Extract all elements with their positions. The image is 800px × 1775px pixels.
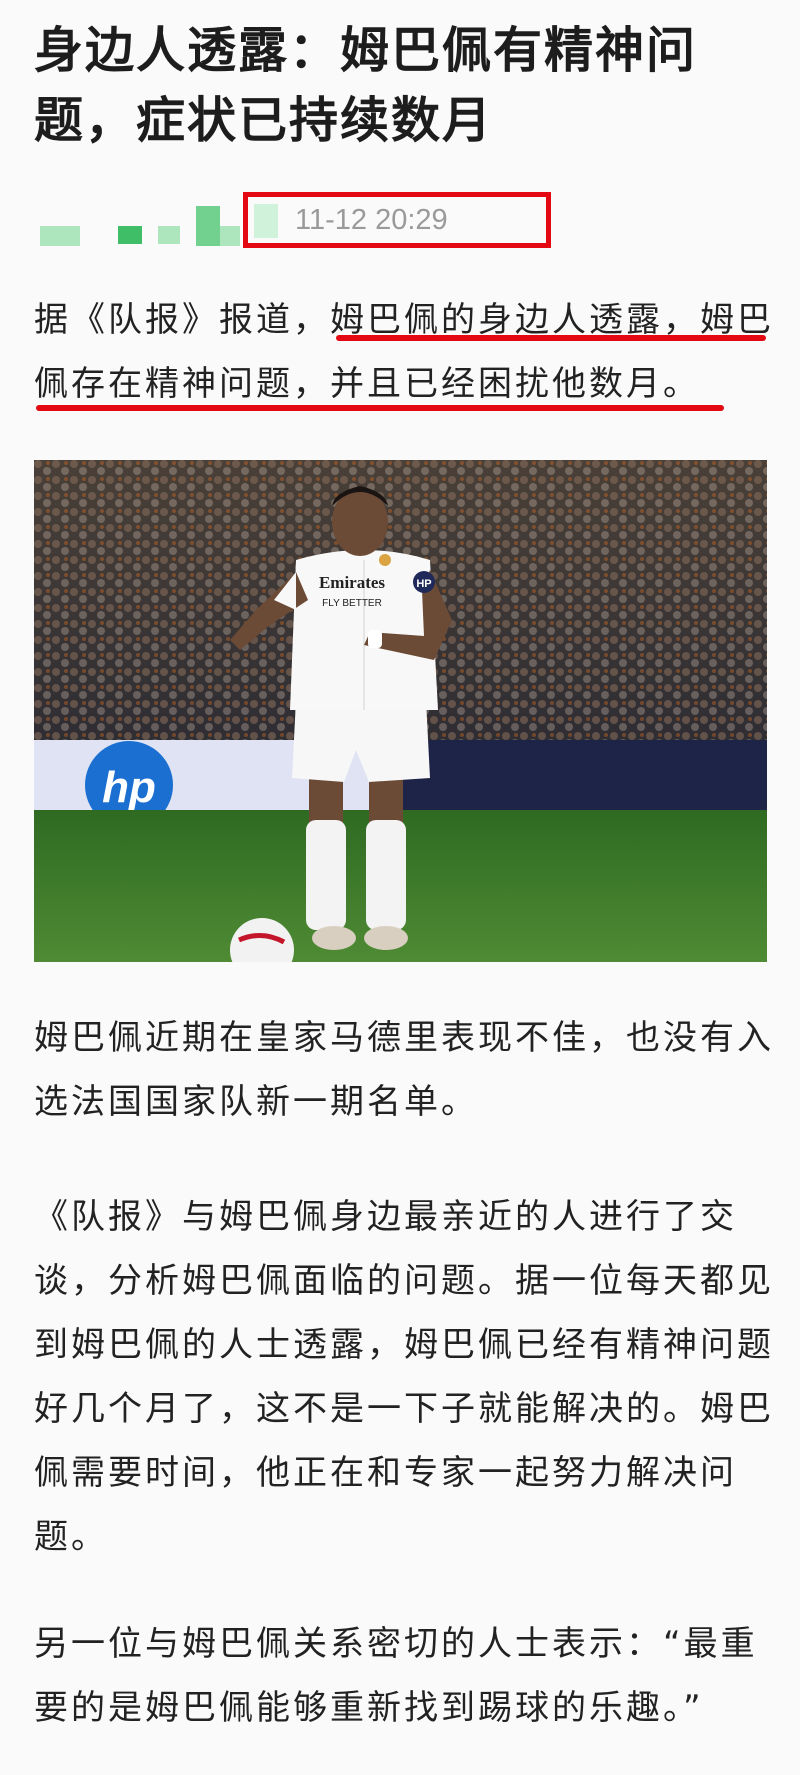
lead-paragraph: 据《队报》报道，姆巴佩的身边人透露，姆巴佩存在精神问题，并且已经困扰他数月。 xyxy=(34,300,774,404)
body-paragraph-2: 《队报》与姆巴佩身边最亲近的人进行了交谈，分析姆巴佩面临的问题。据一位每天都见到… xyxy=(34,1197,774,1557)
jersey-sponsor-sub-text: FLY BETTER xyxy=(322,598,382,609)
club-crest-icon xyxy=(379,554,391,566)
board-logo-text: hp xyxy=(102,763,156,812)
highlight-underline xyxy=(336,335,766,341)
body-paragraph-1: 姆巴佩近期在皇家马德里表现不佳，也没有入选法国国家队新一期名单。 xyxy=(34,1018,774,1122)
sleeve-logo-text: HP xyxy=(416,578,431,590)
mbappe-photo-illustration: hp Emirates FLY BETTER HP xyxy=(34,460,767,962)
article-photo: hp Emirates FLY BETTER HP xyxy=(34,460,767,962)
publish-timestamp: 11-12 20:29 xyxy=(295,204,448,236)
highlight-underline xyxy=(36,405,724,411)
jersey-sponsor-text: Emirates xyxy=(319,573,385,592)
article: 身边人透露：姆巴佩有精神问题，症状已持续数月 11-12 20:29 据《队报》… xyxy=(0,0,800,1775)
body-paragraph-3: 另一位与姆巴佩关系密切的人士表示：“最重要的是姆巴佩能够重新找到踢球的乐趣。” xyxy=(34,1624,758,1728)
article-headline: 身边人透露：姆巴佩有精神问题，症状已持续数月 xyxy=(34,22,698,149)
